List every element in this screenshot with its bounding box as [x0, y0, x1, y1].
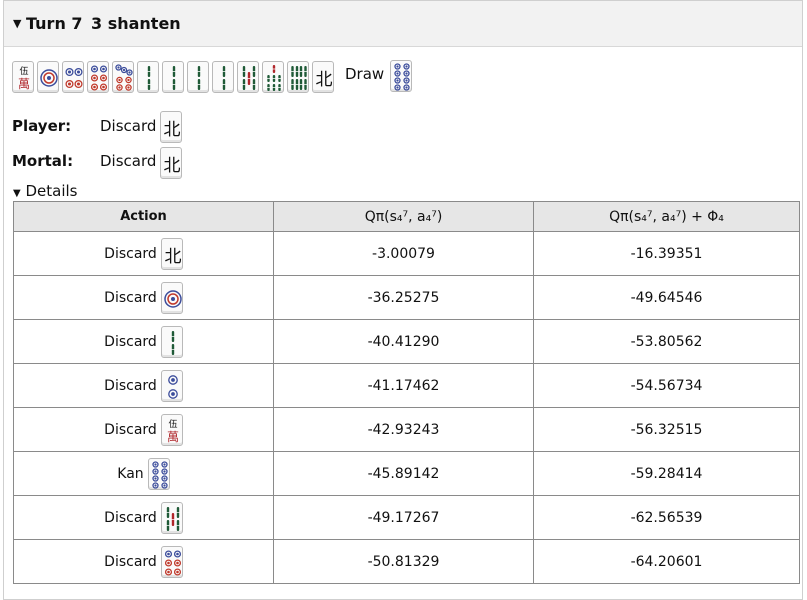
q-phi-value: -64.20601: [533, 539, 800, 584]
action-cell: Discard: [13, 275, 274, 320]
disclosure-triangle-icon: ▼: [13, 17, 22, 30]
sou-2-tile: [160, 325, 183, 358]
north-wind-tile: 北: [312, 61, 334, 93]
man-7-tile: 伍萬: [160, 413, 183, 446]
pin-7-tile: [112, 61, 134, 93]
column-header-action: Action: [13, 201, 274, 232]
pin-2-tile: [160, 369, 183, 402]
svg-text:北: 北: [164, 247, 181, 267]
draw-label: Draw: [345, 65, 385, 83]
q-phi-value: -49.64546: [533, 275, 800, 320]
action-cell: Discard 伍萬: [13, 407, 274, 452]
action-cell: Kan: [13, 451, 274, 496]
mortal-action: Discard: [100, 152, 157, 170]
pin-6-tile: [160, 545, 183, 578]
player-label: Player:: [12, 117, 72, 135]
table-row: Discard -36.25275 -49.64546: [13, 275, 800, 320]
action-label: Discard: [104, 509, 157, 526]
action-cell: Discard: [13, 495, 274, 540]
sou-7-tile: [262, 61, 284, 93]
q-value: -41.17462: [273, 363, 534, 408]
action-cell: Discard 北: [13, 231, 274, 276]
turn-panel: ▼ Turn 7 3 shanten Draw Player: Discard …: [3, 0, 803, 600]
svg-text:萬: 萬: [167, 430, 179, 444]
table-row: Discard 北 -3.00079 -16.39351: [13, 231, 800, 276]
north-wind-tile: 北: [160, 147, 182, 179]
q-phi-value: -56.32515: [533, 407, 800, 452]
details-toggle[interactable]: ▼ Details: [13, 182, 78, 200]
q-phi-value: -59.28414: [533, 451, 800, 496]
pin-8-tile: [390, 60, 412, 92]
turn-label: Turn 7: [26, 14, 83, 33]
svg-text:伍: 伍: [19, 66, 28, 77]
q-phi-value: -53.80562: [533, 319, 800, 364]
pin-1-tile: [160, 281, 183, 314]
action-cell: Discard: [13, 363, 274, 408]
column-header-q-phi: Qπ(s₄⁷, a₄⁷) + Φ₄: [533, 201, 800, 232]
action-cell: Discard: [13, 319, 274, 364]
q-phi-value: -54.56734: [533, 363, 800, 408]
q-value: -3.00079: [273, 231, 534, 276]
turn-summary-toggle[interactable]: ▼ Turn 7 3 shanten: [4, 1, 802, 47]
mortal-label: Mortal:: [12, 152, 74, 170]
q-value: -42.93243: [273, 407, 534, 452]
man-7-tile: 伍萬: [12, 61, 34, 93]
north-wind-tile: 北: [160, 111, 182, 143]
action-label: Discard: [104, 333, 157, 350]
action-label: Discard: [104, 377, 157, 394]
q-value: -50.81329: [273, 539, 534, 584]
table-row: Discard -40.41290 -53.80562: [13, 319, 800, 364]
svg-text:萬: 萬: [18, 77, 30, 91]
pin-8-tile: [147, 457, 170, 490]
action-label: Discard: [104, 245, 157, 262]
details-label: Details: [25, 182, 78, 200]
pin-6-tile: [87, 61, 109, 93]
action-label: Discard: [104, 553, 157, 570]
table-row: Discard -50.81329 -64.20601: [13, 539, 800, 584]
sou-2-tile: [212, 61, 234, 93]
q-value: -45.89142: [273, 451, 534, 496]
column-header-q: Qπ(s₄⁷, a₄⁷): [273, 201, 534, 232]
sou-1-tile: [137, 61, 159, 93]
svg-text:北: 北: [316, 70, 333, 90]
table-row: Kan -45.89142 -59.28414: [13, 451, 800, 496]
action-values-table: Action Qπ(s₄⁷, a₄⁷) Qπ(s₄⁷, a₄⁷) + Φ₄ Di…: [13, 201, 800, 584]
north-wind-tile: 北: [160, 237, 183, 270]
table-row: Discard 伍萬 -42.93243 -56.32515: [13, 407, 800, 452]
svg-text:北: 北: [164, 156, 181, 176]
sou-8-tile: [287, 61, 309, 93]
player-action: Discard: [100, 117, 157, 135]
svg-text:伍: 伍: [168, 419, 177, 430]
action-label: Discard: [104, 421, 157, 438]
action-label: Kan: [117, 465, 144, 482]
sou-5-tile: [160, 501, 183, 534]
q-phi-value: -16.39351: [533, 231, 800, 276]
table-header-row: Action Qπ(s₄⁷, a₄⁷) Qπ(s₄⁷, a₄⁷) + Φ₄: [13, 201, 800, 232]
table-row: Discard -49.17267 -62.56539: [13, 495, 800, 540]
action-label: Discard: [104, 289, 157, 306]
q-value: -49.17267: [273, 495, 534, 540]
pin-4-tile: [62, 61, 84, 93]
pin-1-tile: [37, 61, 59, 93]
table-row: Discard -41.17462 -54.56734: [13, 363, 800, 408]
sou-5-tile: [237, 61, 259, 93]
sou-1-tile: [162, 61, 184, 93]
action-cell: Discard: [13, 539, 274, 584]
q-phi-value: -62.56539: [533, 495, 800, 540]
sou-1-tile: [187, 61, 209, 93]
shanten-label: 3 shanten: [91, 14, 181, 33]
q-value: -36.25275: [273, 275, 534, 320]
q-value: -40.41290: [273, 319, 534, 364]
svg-text:北: 北: [164, 120, 181, 140]
disclosure-triangle-icon: ▼: [13, 188, 21, 199]
